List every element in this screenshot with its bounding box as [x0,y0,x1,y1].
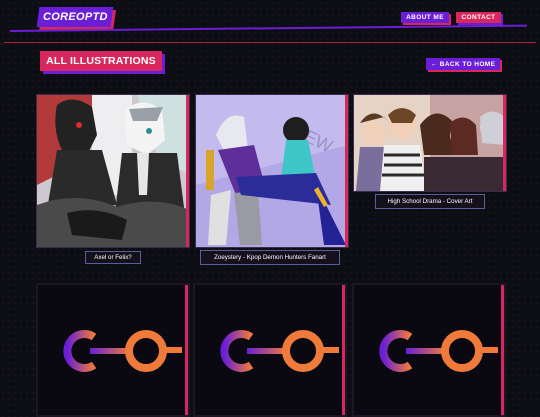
placeholder-logo-icon [379,330,498,372]
illustration-card-high-school-drama[interactable] [353,94,507,192]
logo-text: COREOPTD [42,11,108,23]
page-title: ALL ILLUSTRATIONS [40,51,162,71]
illustration-image [37,95,189,247]
caption-high-school-drama: High School Drama - Cover Art [375,194,485,209]
illustration-image: NEW [196,95,348,247]
placeholder-card[interactable] [352,283,506,417]
illustration-card-axel-or-felix[interactable] [36,94,190,248]
illustration-card-zoeystery[interactable]: NEW [195,94,349,248]
placeholder-card[interactable] [193,283,347,417]
site-logo[interactable]: COREOPTD [36,7,114,27]
nav-about-button[interactable]: ABOUT ME [401,12,449,23]
illustration-image [354,95,506,191]
back-to-home-button[interactable]: ← BACK TO HOME [426,58,500,70]
placeholder-logo-icon [63,330,182,372]
placeholder-logo-icon [220,330,339,372]
caption-axel-or-felix: Axel or Felix? [85,251,141,264]
nav-contact-button[interactable]: CONTACT [456,12,501,23]
caption-zoeystery: Zoeystery - Kpop Demon Hunters Fanart [200,250,340,265]
placeholder-card[interactable] [36,283,190,417]
header-divider-red [4,42,536,43]
